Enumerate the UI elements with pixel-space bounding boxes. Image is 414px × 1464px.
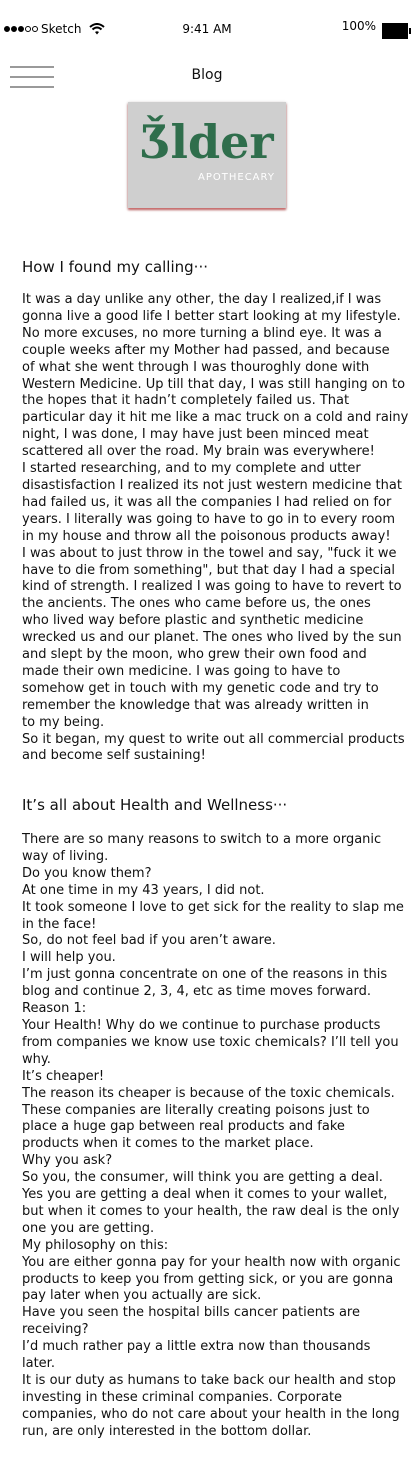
body-text-line: So you, the consumer, will think you are… [22, 1170, 383, 1186]
body-text-line: I was about to just throw in the towel a… [22, 545, 397, 561]
body-text-line: investing in these criminal companies. C… [22, 1389, 343, 1405]
body-text-line: run, are only interested in the bottom d… [22, 1423, 312, 1439]
body-text-line: in my house and throw all the poisonous … [22, 528, 391, 544]
body-text-line: I’m just gonna concentrate on one of the… [22, 967, 388, 983]
body-text-line: So, do not feel bad if you aren’t aware. [22, 933, 276, 949]
body-text-line: and slept by the moon, who grew their ow… [22, 647, 367, 663]
body-text-line: Yes you are getting a deal when it comes… [22, 1187, 388, 1203]
body-text-line: from companies we know use toxic chemica… [22, 1034, 399, 1050]
body-text-line: These companies are literally creating p… [22, 1102, 370, 1118]
elder-apothecary-logo: Ǯlder APOTHECARY [128, 102, 286, 208]
body-text-line: place a huge gap between real products a… [22, 1119, 345, 1135]
body-text-line: companies, who do not care about your he… [22, 1406, 400, 1422]
section-heading-health: It’s all about Health and Wellness··· [22, 796, 288, 814]
body-text-line: the ancients. The ones who came before u… [22, 596, 371, 612]
body-text-line: I will help you. [22, 950, 116, 966]
body-text-line: I’d much rather pay a little extra now t… [22, 1339, 371, 1355]
body-text-line: Do you know them? [22, 865, 152, 881]
logo-subtitle: APOTHECARY [198, 172, 275, 183]
body-text-line: kind of strength. I realized I was going… [22, 579, 402, 595]
body-text-line: It is our duty as humans to take back ou… [22, 1373, 396, 1388]
body-text-line: You are either gonna pay for your health… [22, 1254, 401, 1270]
body-text-line: gonna live a good life I better start lo… [22, 308, 401, 324]
body-text-line: I started researching, and to my complet… [22, 461, 361, 477]
section-body-health: There are so many reasons to switch to a… [22, 832, 404, 1441]
body-text-line: There are so many reasons to switch to a… [22, 832, 382, 847]
body-text-line: wrecked us and our planet. The ones who … [22, 630, 402, 646]
body-text-line: blog and continue 2, 3, 4, etc as time m… [22, 984, 371, 1000]
body-text-line: It’s cheaper! [22, 1068, 105, 1084]
body-text-line: It was a day unlike any other, the day I… [22, 292, 382, 307]
status-bar: Sketch 9:41 AM 100% [0, 0, 414, 40]
body-text-line: The reason its cheaper is because of the… [22, 1085, 395, 1101]
nav-bar: Blog [0, 60, 414, 94]
body-text-line: in the face! [22, 916, 97, 932]
body-text-line: No more excuses, no more turning a blind… [22, 325, 382, 341]
body-text-line: somehow get in touch with my genetic cod… [22, 680, 379, 696]
body-text-line: Western Medicine. Up till that day, I wa… [22, 376, 406, 392]
body-text-line: to my being. [22, 714, 105, 730]
body-text-line: later. [22, 1356, 55, 1372]
body-text-line: Your Health! Why do we continue to purch… [22, 1017, 381, 1033]
body-text-line: disastisfaction I realized its not just … [22, 477, 402, 493]
body-text-line: pay later when you actually are sick. [22, 1288, 262, 1304]
body-text-line: had failed us, it was all the companies … [22, 494, 392, 510]
body-text-line: At one time in my 43 years, I did not. [22, 882, 265, 898]
battery-icon [382, 23, 411, 39]
body-text-line: of what she went through I was thouroghl… [22, 359, 370, 375]
body-text-line: way of living. [22, 848, 109, 864]
page-title: Blog [191, 67, 223, 83]
status-right: 100% [341, 19, 411, 39]
body-text-line: remember the knowledge that was already … [22, 697, 369, 713]
body-text-line: have to die from something", but that da… [22, 562, 395, 578]
body-text-line: why. [22, 1051, 51, 1067]
body-text-line: particular day it hit me like a mac truc… [22, 410, 409, 426]
body-text-line: My philosophy on this: [22, 1237, 169, 1253]
body-text-line: and become self sustaining! [22, 748, 206, 764]
body-text-line: made their own medicine. I was going to … [22, 663, 341, 679]
body-text-line: who lived way before plastic and synthet… [22, 613, 364, 629]
body-text-line: scattered all over the road. My brain wa… [22, 444, 375, 460]
body-text-line: the hopes that it hadn’t completely fail… [22, 393, 350, 409]
body-text-line: products to keep you from getting sick, … [22, 1271, 394, 1287]
body-text-line: products when it comes to the market pla… [22, 1136, 314, 1152]
body-text-line: receiving? [22, 1322, 89, 1338]
body-text-line: So it began, my quest to write out all c… [22, 731, 405, 747]
body-text-line: night, I was done, I may have just been … [22, 427, 369, 443]
body-text-line: Why you ask? [22, 1153, 113, 1169]
body-text-line: years. I literally was going to have to … [22, 511, 396, 527]
logo-wordmark: Ǯlder [140, 115, 274, 169]
section-body-calling: It was a day unlike any other, the day I… [22, 292, 409, 765]
body-text-line: one you are getting. [22, 1220, 155, 1236]
body-text-line: It took someone I love to get sick for t… [22, 899, 404, 915]
section-heading-calling: How I found my calling··· [22, 258, 208, 276]
battery-percentage: 100% [341, 19, 376, 33]
body-text-line: Reason 1: [22, 1001, 87, 1017]
body-text-line: but when it comes to your health, the ra… [22, 1203, 400, 1219]
body-text-line: Have you seen the hospital bills cancer … [22, 1305, 360, 1321]
body-text-line: couple weeks after my Mother had passed,… [22, 342, 390, 358]
